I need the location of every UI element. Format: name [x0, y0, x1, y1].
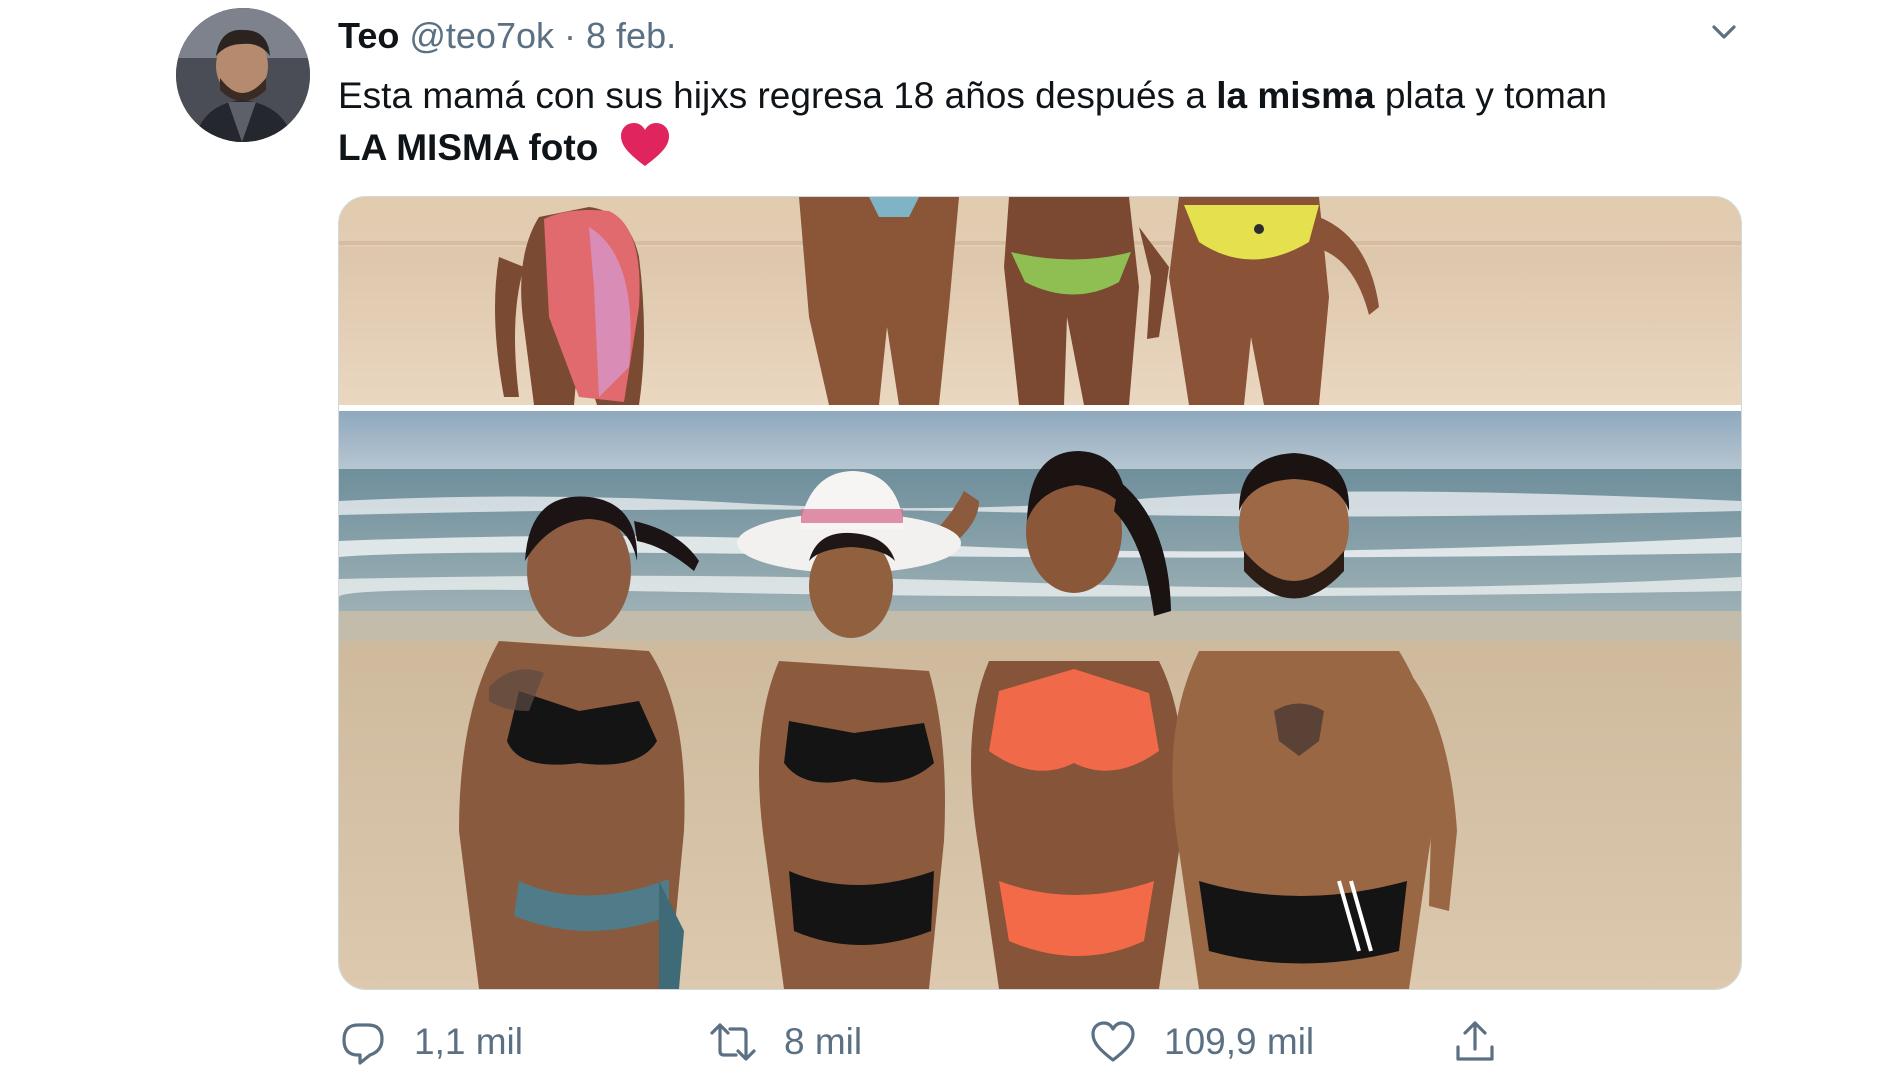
author-name[interactable]: Teo — [338, 15, 399, 56]
avatar[interactable] — [176, 8, 310, 142]
retweet-count: 8 mil — [784, 1021, 863, 1062]
like-count: 109,9 mil — [1164, 1021, 1315, 1062]
share-button[interactable] — [1450, 1015, 1526, 1069]
reply-button[interactable]: 1,1 mil — [338, 1015, 523, 1069]
tweet-text: Esta mamá con sus hijxs regresa 18 años … — [338, 70, 1758, 174]
reply-count: 1,1 mil — [414, 1021, 523, 1062]
tweet[interactable]: Teo @teo7ok · 8 feb. Esta mamá con sus h… — [0, 0, 1900, 1069]
tweet-header: Teo @teo7ok · 8 feb. — [338, 14, 676, 58]
red-heart-emoji — [619, 122, 671, 168]
share-icon — [1450, 1017, 1500, 1067]
tweet-text-bold1: la misma — [1216, 75, 1375, 116]
tweet-actions: 1,1 mil 8 mil 109,9 mil — [338, 1015, 1758, 1069]
tweet-text-part1: Esta mamá con sus hijxs regresa 18 años … — [338, 75, 1217, 116]
tweet-media[interactable] — [338, 196, 1742, 990]
heart-icon — [1088, 1017, 1138, 1067]
like-button[interactable]: 109,9 mil — [1088, 1015, 1314, 1069]
new-beach-photo[interactable] — [339, 411, 1741, 989]
reply-icon — [338, 1017, 388, 1067]
avatar-photo — [176, 8, 310, 142]
retweet-button[interactable]: 8 mil — [708, 1015, 862, 1069]
author-handle[interactable]: @teo7ok — [409, 15, 554, 56]
old-beach-photo[interactable] — [339, 197, 1741, 405]
header-separator: · — [564, 15, 577, 56]
tweet-text-bold2: LA MISMA foto — [338, 127, 599, 168]
retweet-icon — [708, 1017, 758, 1067]
chevron-down-icon[interactable] — [1704, 12, 1744, 52]
tweet-text-part2: plata y toman — [1374, 75, 1607, 116]
tweet-date[interactable]: 8 feb. — [586, 15, 676, 56]
